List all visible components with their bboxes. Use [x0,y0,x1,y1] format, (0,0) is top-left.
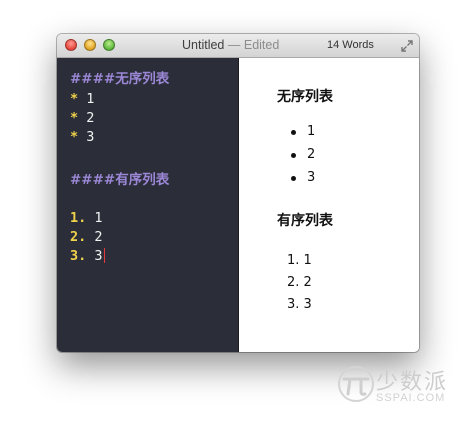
list-text: 3 [94,248,103,264]
window-title: Untitled — Edited [182,38,279,52]
list-marker: * [70,91,79,107]
bullet-icon [291,153,296,158]
preview-list-item: 1 [307,124,316,139]
list-number: 1. [287,253,300,268]
preview-list-item: 2 [307,147,316,162]
list-number: 2. [287,275,300,290]
preview-heading-ordered: 有序列表 [277,213,333,229]
list-number: 3. [287,297,300,312]
list-marker: 2. [70,229,87,245]
word-count[interactable]: 14 Words [327,39,374,51]
watermark-domain: SSPAI.COM [376,392,446,404]
list-text: 2 [86,110,95,126]
zoom-button[interactable] [103,39,115,51]
preview-list-item: 3 [307,170,316,185]
editor-line: * 2 [70,110,94,126]
list-text: 2 [94,229,103,245]
list-text: 3 [86,129,95,145]
editor-line: * 3 [70,129,94,145]
bullet-icon [291,176,296,181]
title-bar[interactable]: Untitled — Edited 14 Words [57,34,419,58]
title-separator: — [227,38,241,52]
list-marker: * [70,129,79,145]
document-name: Untitled [182,38,225,52]
watermark: 少数派 SSPAI.COM [334,358,464,414]
minimize-button[interactable] [84,39,96,51]
app-window: Untitled — Edited 14 Words ####无序列表 * 1 … [57,34,419,352]
pi-logo-icon [338,366,374,402]
list-text: 1 [94,210,103,226]
fullscreen-icon[interactable] [400,39,414,53]
list-marker: 1. [70,210,87,226]
text-cursor [103,248,105,263]
list-text: 1 [86,91,95,107]
markdown-preview: 无序列表 1 2 3 有序列表 1. 1 2. 2 3. 3 [239,58,419,352]
markdown-editor[interactable]: ####无序列表 * 1 * 2 * 3 ####有序列表 1. 1 2. 2 … [57,58,238,352]
preview-ordered-item: 3. 3 [287,297,312,312]
editor-heading-ordered: ####有序列表 [70,172,170,188]
editor-line: 3. 3 [70,248,105,264]
bullet-icon [291,130,296,135]
list-marker: * [70,110,79,126]
preview-ordered-item: 1. 1 [287,253,312,268]
list-text: 1 [303,253,312,268]
preview-heading-unordered: 无序列表 [277,89,333,105]
editor-heading-unordered: ####无序列表 [70,71,170,87]
editor-line: * 1 [70,91,94,107]
editor-line: 1. 1 [70,210,103,226]
list-text: 2 [303,275,312,290]
list-marker: 3. [70,248,87,264]
close-button[interactable] [65,39,77,51]
document-status: Edited [243,38,280,52]
list-text: 3 [303,297,312,312]
editor-line: 2. 2 [70,229,103,245]
preview-ordered-item: 2. 2 [287,275,312,290]
